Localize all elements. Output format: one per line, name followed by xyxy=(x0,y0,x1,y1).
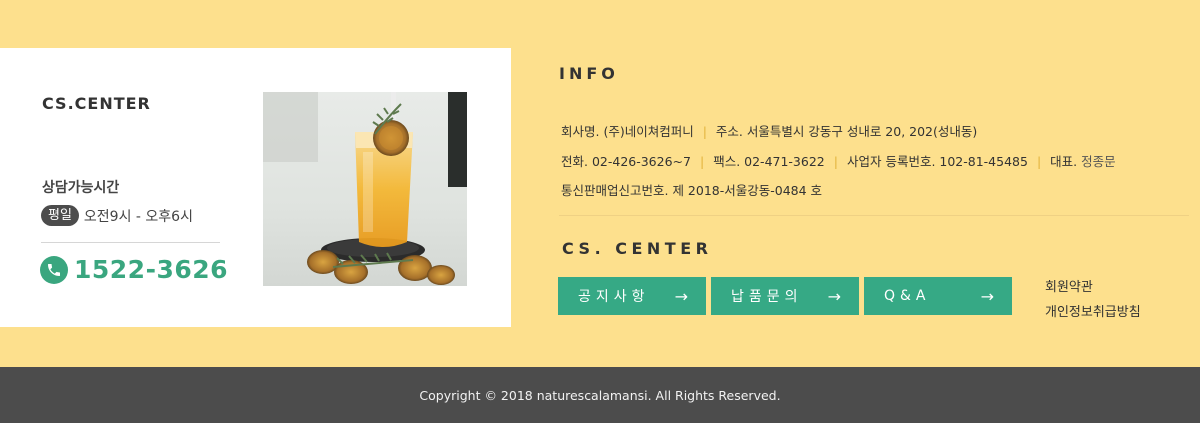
ceo-label: 대표. xyxy=(1050,154,1078,169)
company-address: 주소. 서울특별시 강동구 성내로 20, 202(성내동) xyxy=(715,124,978,139)
cs-divider xyxy=(41,242,220,243)
separator: | xyxy=(702,124,707,139)
notice-button-label: 공지사항 xyxy=(578,289,650,305)
info-line-2: 전화. 02-426-3626~7 | 팩스. 02-471-3622 | 사업자 등록… xyxy=(561,151,1116,170)
copyright-text: Copyright © 2018 naturescalamansi. All R… xyxy=(419,387,781,403)
info-title: INFO xyxy=(559,64,619,83)
privacy-policy-link[interactable]: 개인정보취급방침 xyxy=(1045,301,1141,320)
supply-inquiry-button-label: 납품문의 xyxy=(731,289,803,305)
terms-link[interactable]: 회원약관 xyxy=(1045,276,1093,295)
arrow-right-icon: → xyxy=(674,286,688,306)
consult-hours-row: 평일 오전9시 - 오후6시 xyxy=(41,205,193,226)
arrow-right-icon: → xyxy=(827,286,841,306)
weekday-badge: 평일 xyxy=(41,205,79,226)
arrow-right-icon: → xyxy=(980,286,994,306)
ceo-name: 정종문 xyxy=(1081,154,1116,169)
consult-hours: 오전9시 - 오후6시 xyxy=(83,208,193,225)
info-line-3: 통신판매업신고번호. 제 2018-서울강동-0484 호 xyxy=(561,180,822,199)
phone-row: 1522-3626 xyxy=(40,255,228,284)
consult-hours-title: 상담가능시간 xyxy=(42,180,120,196)
mail-order-number: 통신판매업신고번호. 제 2018-서울강동-0484 호 xyxy=(561,183,823,198)
qna-button-label: Q&A xyxy=(884,288,931,304)
copyright-bar: Copyright © 2018 naturescalamansi. All R… xyxy=(0,367,1200,423)
separator: | xyxy=(1036,154,1042,169)
cs-card-title: CS.CENTER xyxy=(42,94,151,113)
qna-button[interactable]: Q&A → xyxy=(864,277,1012,315)
separator: | xyxy=(833,154,838,169)
separator: | xyxy=(699,154,705,169)
info-divider xyxy=(559,215,1189,216)
company-tel: 전화. 02-426-3626~7 xyxy=(561,154,691,169)
business-number: 사업자 등록번호. 102-81-45485 xyxy=(846,154,1028,169)
notice-button[interactable]: 공지사항 → xyxy=(558,277,706,315)
footer-top: CS.CENTER 상담가능시간 평일 오전9시 - 오후6시 1522-362… xyxy=(0,0,1200,367)
company-fax: 팩스. 02-471-3622 xyxy=(713,154,825,169)
cs-center-title: CS. CENTER xyxy=(562,239,713,258)
supply-inquiry-button[interactable]: 납품문의 → xyxy=(711,277,859,315)
product-image xyxy=(263,92,467,286)
phone-icon xyxy=(40,255,68,284)
info-line-1: 회사명. (주)네이쳐컴퍼니 | 주소. 서울특별시 강동구 성내로 20, 202… xyxy=(561,121,977,140)
company-name: 회사명. (주)네이쳐컴퍼니 xyxy=(561,124,694,139)
phone-number: 1522-3626 xyxy=(74,255,229,284)
